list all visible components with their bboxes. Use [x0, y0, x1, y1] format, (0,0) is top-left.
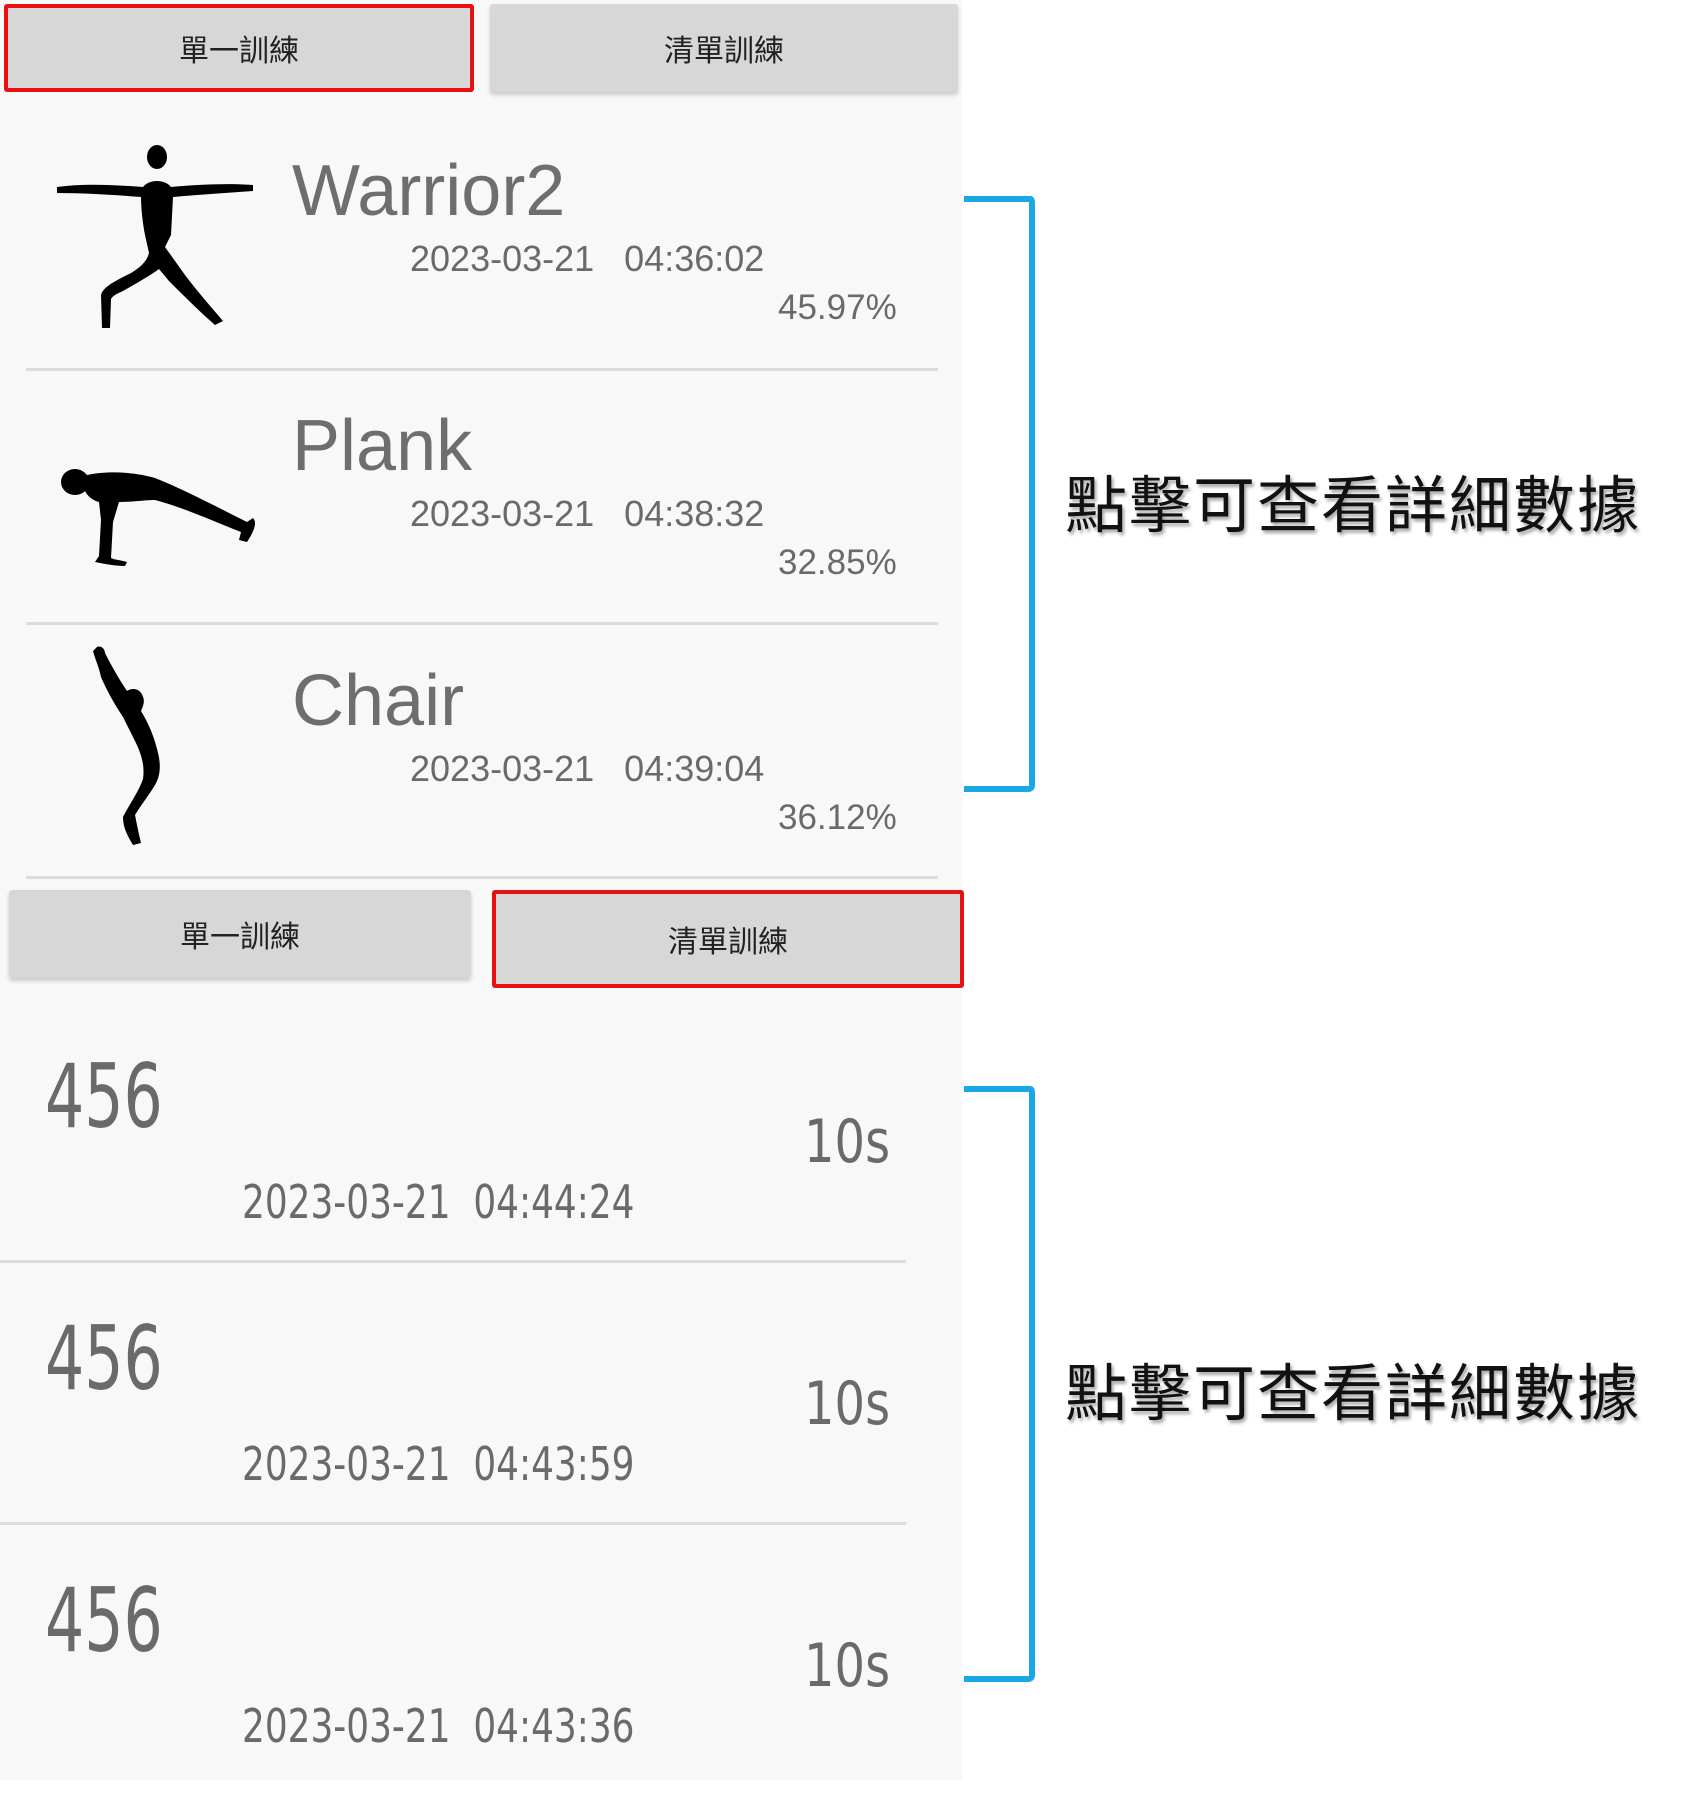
annotation-bracket — [964, 1086, 1035, 1682]
tab-label: 單一訓練 — [180, 920, 300, 955]
annotation-bracket — [964, 196, 1035, 792]
record-time: 04:38:32 — [624, 493, 765, 534]
record-date: 2023-03-21 — [410, 748, 595, 789]
list-record[interactable]: 456 10s 2023-03-21 04:44:24 — [0, 1015, 962, 1277]
row-divider — [26, 876, 938, 879]
record-date: 2023-03-21 — [242, 1699, 451, 1753]
tab-list-training[interactable]: 清單訓練 — [492, 890, 964, 988]
list-record[interactable]: 456 10s 2023-03-21 04:43:59 — [0, 1277, 962, 1539]
annotation-text: 點擊可查看詳細數據 — [1065, 1357, 1642, 1430]
record-datetime: 2023-03-21 04:36:02 — [410, 238, 764, 280]
chair-pose-icon — [93, 646, 160, 845]
tab-list-training[interactable]: 清單訓練 — [490, 4, 958, 92]
record-datetime: 2023-03-21 04:43:36 — [242, 1699, 634, 1753]
pose-name: Plank — [292, 406, 473, 486]
pose-name: Warrior2 — [292, 151, 566, 231]
tab-label: 清單訓練 — [664, 34, 784, 69]
record-time: 04:44:24 — [473, 1175, 635, 1229]
list-duration: 10s — [804, 1369, 891, 1439]
record-datetime: 2023-03-21 04:43:59 — [242, 1437, 634, 1491]
list-duration: 10s — [804, 1107, 891, 1177]
tab-label: 單一訓練 — [179, 34, 299, 69]
warrior-pose-icon — [57, 145, 253, 328]
tab-single-training[interactable]: 單一訓練 — [9, 890, 471, 978]
training-record-plank[interactable]: Plank 2023-03-21 04:38:32 32.85% — [0, 365, 962, 619]
training-record-warrior2[interactable]: Warrior2 2023-03-21 04:36:02 45.97% — [0, 110, 962, 364]
record-score: 32.85% — [778, 543, 897, 582]
record-datetime: 2023-03-21 04:39:04 — [410, 748, 764, 790]
record-time: 04:43:59 — [473, 1437, 635, 1491]
list-name: 456 — [45, 1569, 163, 1672]
record-date: 2023-03-21 — [410, 238, 595, 279]
list-name: 456 — [45, 1307, 163, 1410]
list-training-screen: 單一訓練 清單訓練 456 10s 2023-03-21 04:44:24 45… — [0, 880, 964, 1780]
record-time: 04:43:36 — [473, 1699, 635, 1753]
record-date: 2023-03-21 — [242, 1175, 451, 1229]
record-datetime: 2023-03-21 04:44:24 — [242, 1175, 634, 1229]
record-time: 04:39:04 — [624, 748, 765, 789]
annotation-text: 點擊可查看詳細數據 — [1065, 469, 1642, 542]
row-divider — [0, 1260, 906, 1263]
training-record-chair[interactable]: Chair 2023-03-21 04:39:04 36.12% — [0, 620, 962, 874]
record-score: 45.97% — [778, 288, 897, 327]
list-record[interactable]: 456 10s 2023-03-21 04:43:36 — [0, 1539, 962, 1801]
tab-label: 清單訓練 — [668, 925, 788, 960]
plank-pose-icon — [61, 469, 255, 566]
record-date: 2023-03-21 — [410, 493, 595, 534]
record-datetime: 2023-03-21 04:38:32 — [410, 493, 764, 535]
list-name: 456 — [45, 1045, 163, 1148]
pose-name: Chair — [292, 661, 465, 741]
record-score: 36.12% — [778, 798, 897, 837]
row-divider — [0, 1522, 906, 1525]
single-training-screen: 單一訓練 清單訓練 Warrior2 2023-03-21 04:36:02 4… — [0, 0, 962, 880]
list-duration: 10s — [804, 1631, 891, 1701]
tab-single-training[interactable]: 單一訓練 — [4, 4, 474, 92]
record-date: 2023-03-21 — [242, 1437, 451, 1491]
record-time: 04:36:02 — [624, 238, 765, 279]
